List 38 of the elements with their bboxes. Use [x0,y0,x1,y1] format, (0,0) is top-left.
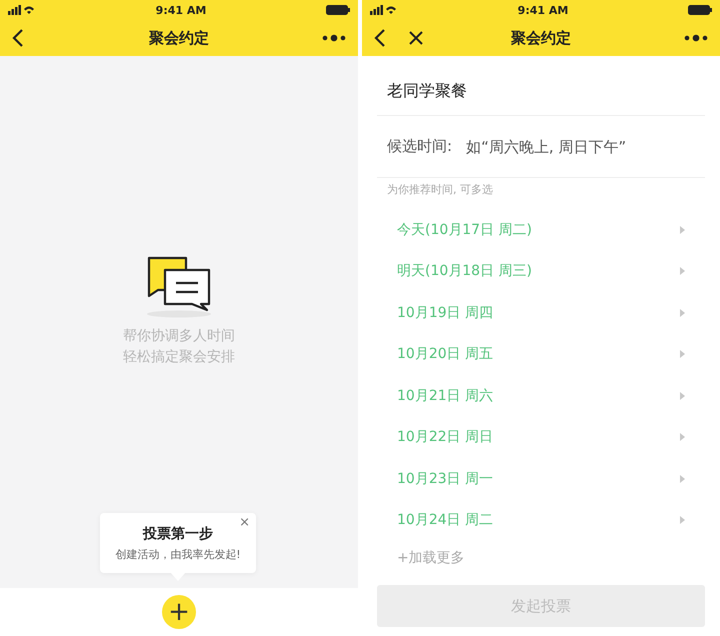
date-option[interactable]: 10月22日 周日 [397,428,494,446]
date-option[interactable]: 10月23日 周一 [397,470,494,488]
tooltip-text: 创建活动，由我率先发起! [115,546,241,562]
add-button[interactable]: + [162,595,196,629]
chevron-right-icon [680,350,685,358]
more-button[interactable] [320,32,348,44]
chat-bubbles-icon [146,256,212,318]
date-option[interactable]: 今天(10月17日 周二) [397,220,532,239]
date-option[interactable]: 10月24日 周二 [397,511,494,530]
status-time: 9:41 AM [518,4,568,16]
date-option[interactable]: 10月21日 周六 [397,386,494,405]
chevron-right-icon [680,226,685,234]
signal-icon [370,5,398,15]
back-button[interactable] [10,27,26,49]
date-option[interactable]: 10月20日 周五 [397,345,494,364]
more-button[interactable] [682,32,710,44]
nav-title: 聚会约定 [511,28,571,48]
chevron-right-icon [680,433,685,442]
empty-state-text: 轻松搞定聚会安排 [123,348,235,367]
back-button[interactable] [372,27,388,49]
date-option[interactable]: 明天(10月18日 周三) [397,262,532,280]
tooltip-title: 投票第一步 [143,524,213,542]
battery-icon [688,5,712,15]
chevron-right-icon [680,392,685,400]
battery-icon [326,5,350,15]
status-time: 9:41 AM [156,4,206,16]
date-option[interactable]: 10月19日 周四 [397,304,494,322]
chevron-right-icon [680,308,685,317]
load-more-link[interactable]: +加载更多 [377,541,705,575]
tooltip-close-button[interactable]: × [237,515,252,530]
candidate-time-label: 候选时间: [387,137,452,156]
nav-title: 聚会约定 [149,28,209,48]
signal-icon [8,5,36,15]
recommend-hint: 为你推荐时间, 可多选 [386,182,494,197]
empty-state-text: 帮你协调多人时间 [123,327,235,346]
chevron-right-icon [680,267,685,276]
chevron-right-icon [680,516,685,524]
chevron-right-icon [680,474,685,483]
